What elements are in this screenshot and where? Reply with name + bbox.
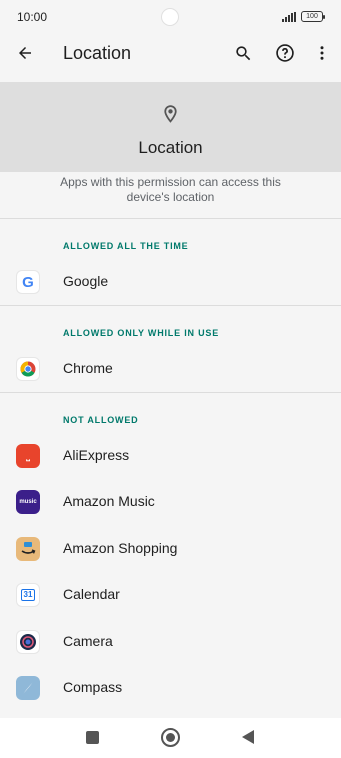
help-button[interactable] [269,37,301,69]
search-icon [235,45,250,60]
permission-header: Location [0,82,341,172]
app-name: Camera [63,633,113,649]
camera-icon [16,630,40,654]
search-button[interactable] [227,37,259,69]
section-header-allowed-all-time: ALLOWED ALL THE TIME [63,241,189,251]
app-name: Amazon Music [63,493,155,509]
section-header-not-allowed: NOT ALLOWED [63,415,139,425]
back-icon [19,47,31,59]
amazon-music-icon: music [16,490,40,514]
help-icon [276,44,294,62]
status-bar: 10:00 100 [0,0,341,34]
aliexpress-icon: ⎵ [16,444,40,468]
divider [0,305,341,306]
app-name: Calendar [63,586,120,602]
recents-button[interactable] [86,731,99,744]
more-options-button[interactable] [306,37,338,69]
home-button[interactable] [161,728,180,747]
app-row-amazon-shopping[interactable]: Amazon Shopping [0,526,341,572]
signal-icon [282,12,296,22]
app-row-camera[interactable]: Camera [0,619,341,665]
status-time: 10:00 [17,10,48,24]
amazon-shopping-icon [16,537,40,561]
calendar-icon-date: 31 [20,589,36,601]
permission-description: Apps with this permission can access thi… [60,175,281,204]
app-row-calendar[interactable]: 31 Calendar [0,572,341,618]
back-button[interactable] [9,37,41,69]
header-title: Location [138,138,203,157]
app-name: Google [63,273,109,289]
nav-back-button[interactable] [242,730,254,744]
camera-cutout [161,8,179,26]
more-vert-icon [320,46,324,60]
location-pin-icon [164,105,177,123]
app-name: Amazon Shopping [63,540,178,556]
page-title: Location [63,43,132,63]
chrome-icon [16,357,40,381]
divider [0,218,341,219]
section-header-allowed-in-use: ALLOWED ONLY WHILE IN USE [63,328,220,338]
app-name: AliExpress [63,447,130,463]
google-icon: G [16,270,40,294]
app-row-google[interactable]: G Google [0,259,341,305]
app-row-chrome[interactable]: Chrome [0,346,341,392]
battery-icon: 100 [301,11,325,22]
app-row-aliexpress[interactable]: ⎵ AliExpress [0,433,341,479]
app-bar: Location [0,34,341,82]
app-name: Chrome [63,360,113,376]
app-name: Compass [63,679,123,695]
app-row-amazon-music[interactable]: music Amazon Music [0,479,341,525]
compass-icon [16,676,40,700]
calendar-icon: 31 [16,583,40,607]
app-row-compass[interactable]: Compass [0,665,341,711]
navigation-bar [0,718,341,758]
divider [0,392,341,393]
